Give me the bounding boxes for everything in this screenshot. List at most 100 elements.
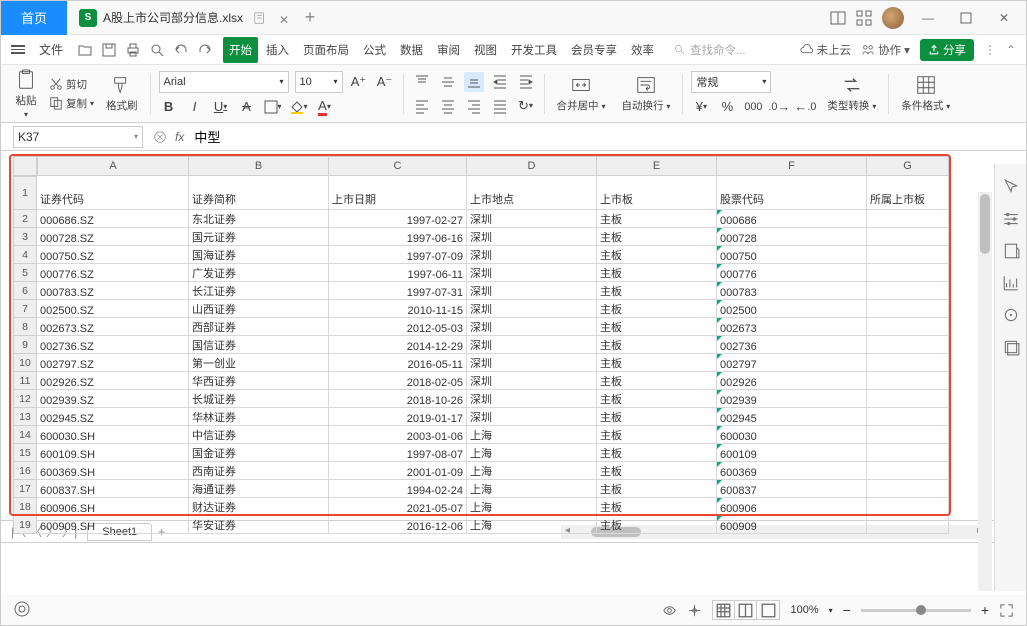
border-button[interactable]: ▾ <box>263 97 283 117</box>
cell[interactable]: 国金证券 <box>189 444 329 462</box>
cell[interactable]: 西南证券 <box>189 462 329 480</box>
print-icon[interactable] <box>125 42 141 58</box>
cell[interactable]: 深圳 <box>467 318 597 336</box>
cell[interactable]: 002939.SZ <box>37 390 189 408</box>
cell[interactable]: 000783.SZ <box>37 282 189 300</box>
comma-button[interactable]: 000 <box>743 97 763 117</box>
cell[interactable] <box>867 336 949 354</box>
align-justify-button[interactable] <box>490 96 510 116</box>
cell[interactable]: 深圳 <box>467 390 597 408</box>
zoom-in-button[interactable]: + <box>981 602 989 618</box>
cell[interactable] <box>867 408 949 426</box>
row-hdr[interactable]: 17 <box>13 480 37 498</box>
paste-button[interactable]: 粘贴▾ <box>11 67 41 121</box>
cell[interactable]: 000776 <box>717 264 867 282</box>
cell[interactable]: 东北证券 <box>189 210 329 228</box>
cell[interactable]: 000750 <box>717 246 867 264</box>
format-painter-button[interactable]: 格式刷 <box>102 72 142 115</box>
cell[interactable] <box>867 246 949 264</box>
cell[interactable]: 2001-01-09 <box>329 462 467 480</box>
column-headers[interactable]: A B C D E F G <box>37 156 949 176</box>
maximize-button[interactable] <box>952 4 980 32</box>
cell[interactable]: 上海 <box>467 426 597 444</box>
cell[interactable] <box>867 480 949 498</box>
focus-icon[interactable] <box>687 603 702 618</box>
cell[interactable]: 华西证券 <box>189 372 329 390</box>
cell[interactable]: 2003-01-06 <box>329 426 467 444</box>
dec-dec-button[interactable]: ←.0 <box>795 97 815 117</box>
cell[interactable] <box>867 372 949 390</box>
cell[interactable]: 1997-06-11 <box>329 264 467 282</box>
cell[interactable]: 主板 <box>597 390 717 408</box>
cell[interactable]: 主板 <box>597 426 717 444</box>
row-hdr[interactable]: 4 <box>13 246 37 264</box>
cell[interactable]: 主板 <box>597 408 717 426</box>
cell[interactable]: 2012-05-03 <box>329 318 467 336</box>
cell[interactable]: 600837 <box>717 480 867 498</box>
cell[interactable]: 第一创业 <box>189 354 329 372</box>
cell[interactable]: 中信证券 <box>189 426 329 444</box>
row-hdr[interactable]: 8 <box>13 318 37 336</box>
cell[interactable]: 深圳 <box>467 282 597 300</box>
row-hdr[interactable]: 1 <box>13 176 37 210</box>
currency-button[interactable]: ¥▾ <box>691 97 711 117</box>
col-hdr-d[interactable]: D <box>467 156 597 176</box>
cell[interactable]: 上市地点 <box>467 176 597 210</box>
cell[interactable]: 600906 <box>717 498 867 516</box>
tab-home[interactable]: 首页 <box>1 1 67 35</box>
row-hdr[interactable]: 18 <box>13 498 37 516</box>
cell[interactable]: 600906.SH <box>37 498 189 516</box>
zoom-value[interactable]: 100% <box>790 604 818 616</box>
cell[interactable]: 1997-02-27 <box>329 210 467 228</box>
row-hdr[interactable]: 11 <box>13 372 37 390</box>
cell[interactable]: 深圳 <box>467 228 597 246</box>
cell[interactable] <box>867 444 949 462</box>
redo-icon[interactable] <box>197 42 213 58</box>
cell[interactable]: 002673 <box>717 318 867 336</box>
percent-button[interactable]: % <box>717 97 737 117</box>
row-hdr[interactable]: 5 <box>13 264 37 282</box>
cell[interactable]: 广发证券 <box>189 264 329 282</box>
strike-button[interactable]: A <box>237 97 257 117</box>
align-top-button[interactable] <box>412 72 432 92</box>
merge-button[interactable]: 合并居中 ▾ <box>553 72 610 115</box>
font-size-select[interactable]: 10▾ <box>295 71 343 93</box>
cell[interactable] <box>867 498 949 516</box>
cell[interactable]: 深圳 <box>467 300 597 318</box>
wrap-button[interactable]: 自动换行 ▾ <box>617 72 674 115</box>
row-hdr[interactable]: 9 <box>13 336 37 354</box>
cell[interactable]: 002500.SZ <box>37 300 189 318</box>
copy-button[interactable]: 复制▾ <box>49 96 94 111</box>
font-select[interactable]: Arial▾ <box>159 71 289 93</box>
hamburger-icon[interactable] <box>11 45 25 54</box>
apps-icon[interactable] <box>856 10 872 26</box>
cell[interactable] <box>867 390 949 408</box>
cell[interactable]: 主板 <box>597 228 717 246</box>
bold-button[interactable]: B <box>159 97 179 117</box>
cell[interactable]: 2016-12-06 <box>329 516 467 534</box>
cell[interactable]: 600030.SH <box>37 426 189 444</box>
preview-icon[interactable] <box>149 42 165 58</box>
cell[interactable]: 西部证券 <box>189 318 329 336</box>
fullscreen-icon[interactable] <box>999 603 1014 618</box>
indent-right-button[interactable] <box>516 72 536 92</box>
number-format-select[interactable]: 常规▾ <box>691 71 771 93</box>
row-hdr[interactable]: 13 <box>13 408 37 426</box>
cell[interactable]: 长江证券 <box>189 282 329 300</box>
folder-icon[interactable] <box>77 42 93 58</box>
row-hdr[interactable]: 19 <box>13 516 37 534</box>
share-button[interactable]: 分享 <box>920 39 974 61</box>
cut-button[interactable]: 剪切 <box>49 77 94 92</box>
cell[interactable] <box>867 264 949 282</box>
minimize-button[interactable]: — <box>914 4 942 32</box>
align-left-button[interactable] <box>412 96 432 116</box>
cell[interactable]: 主板 <box>597 444 717 462</box>
cell[interactable]: 002939 <box>717 390 867 408</box>
row-hdr[interactable]: 15 <box>13 444 37 462</box>
increase-font-button[interactable]: A⁺ <box>349 72 369 92</box>
zoom-out-button[interactable]: − <box>843 602 851 618</box>
cell[interactable]: 主板 <box>597 480 717 498</box>
cell[interactable] <box>867 300 949 318</box>
cell[interactable]: 2018-02-05 <box>329 372 467 390</box>
cell[interactable] <box>867 210 949 228</box>
